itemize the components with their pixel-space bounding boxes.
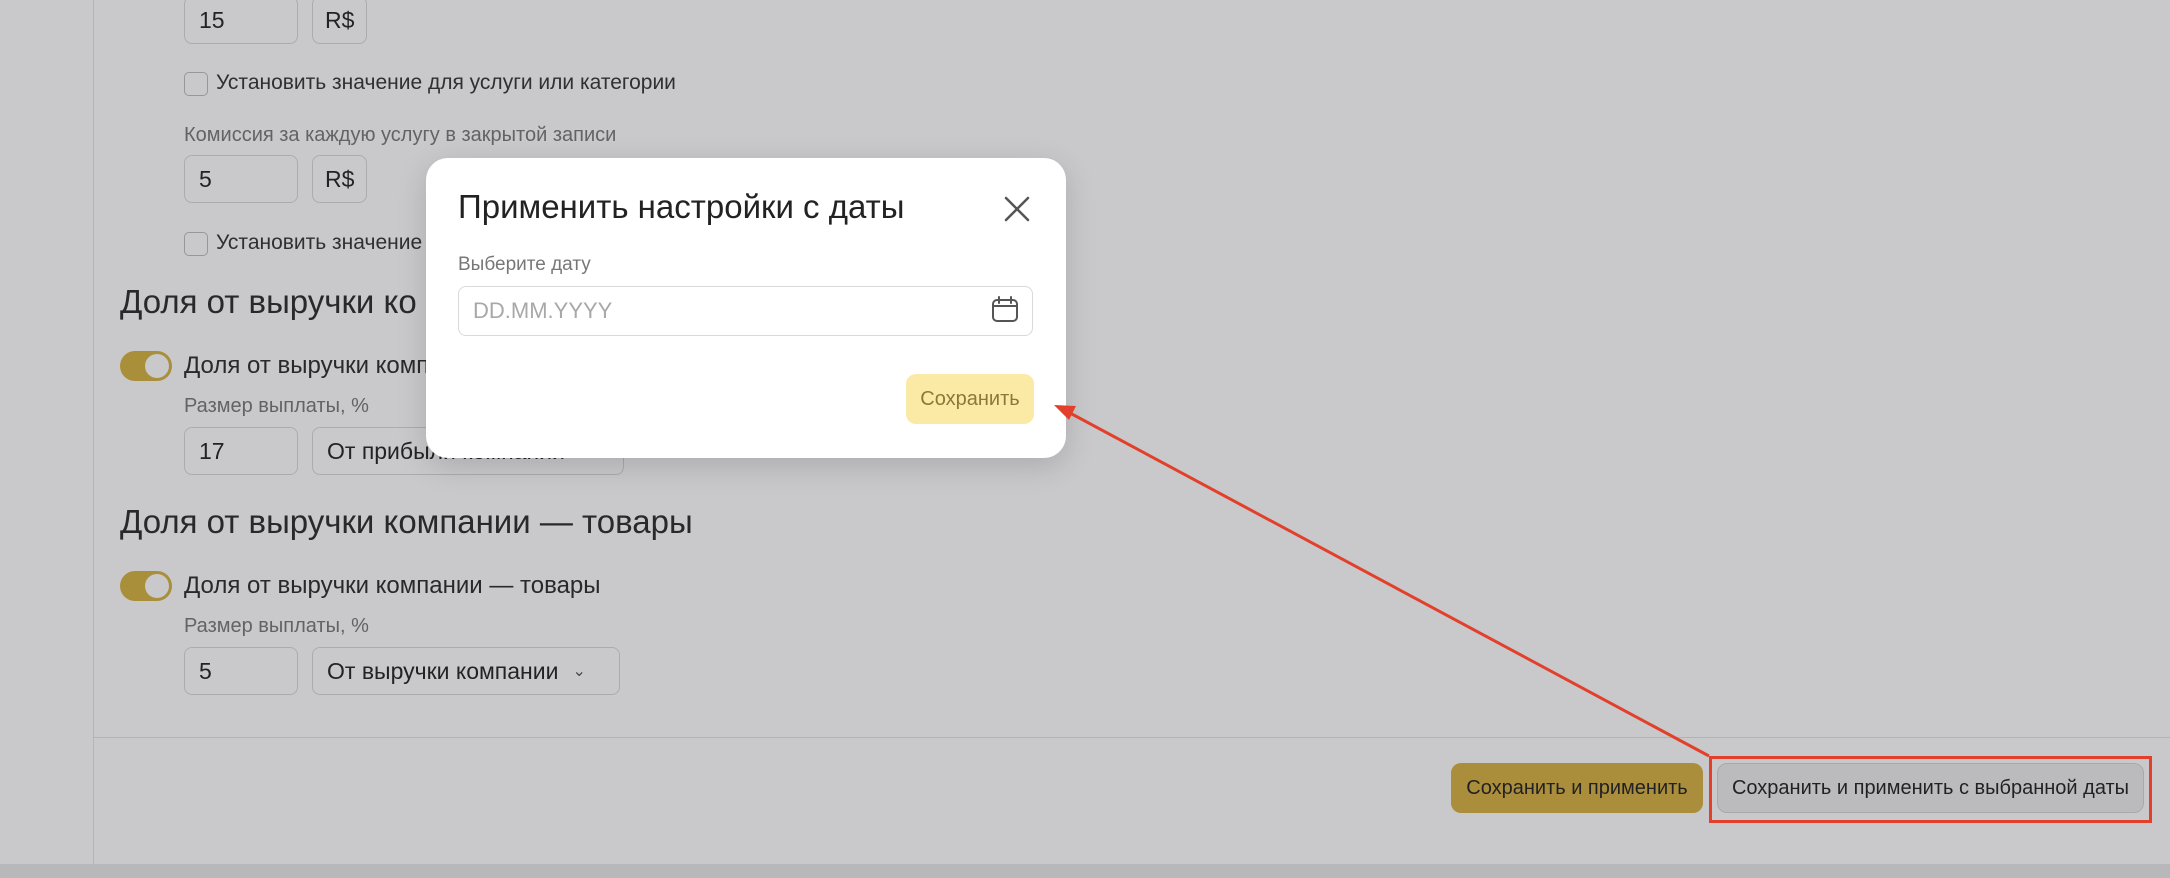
annotation-highlight-box [1709, 756, 2152, 823]
date-input[interactable]: DD.MM.YYYY [458, 286, 1033, 336]
close-icon[interactable] [1000, 192, 1034, 226]
calendar-icon[interactable] [990, 294, 1020, 324]
date-field-label: Выберите дату [458, 254, 591, 275]
modal-overlay[interactable] [0, 0, 2170, 878]
modal-title: Применить настройки с даты [458, 188, 905, 225]
date-input-placeholder: DD.MM.YYYY [473, 298, 613, 323]
apply-from-date-modal: Применить настройки с даты Выберите дату… [426, 158, 1066, 458]
modal-save-button[interactable]: Сохранить [906, 374, 1034, 424]
